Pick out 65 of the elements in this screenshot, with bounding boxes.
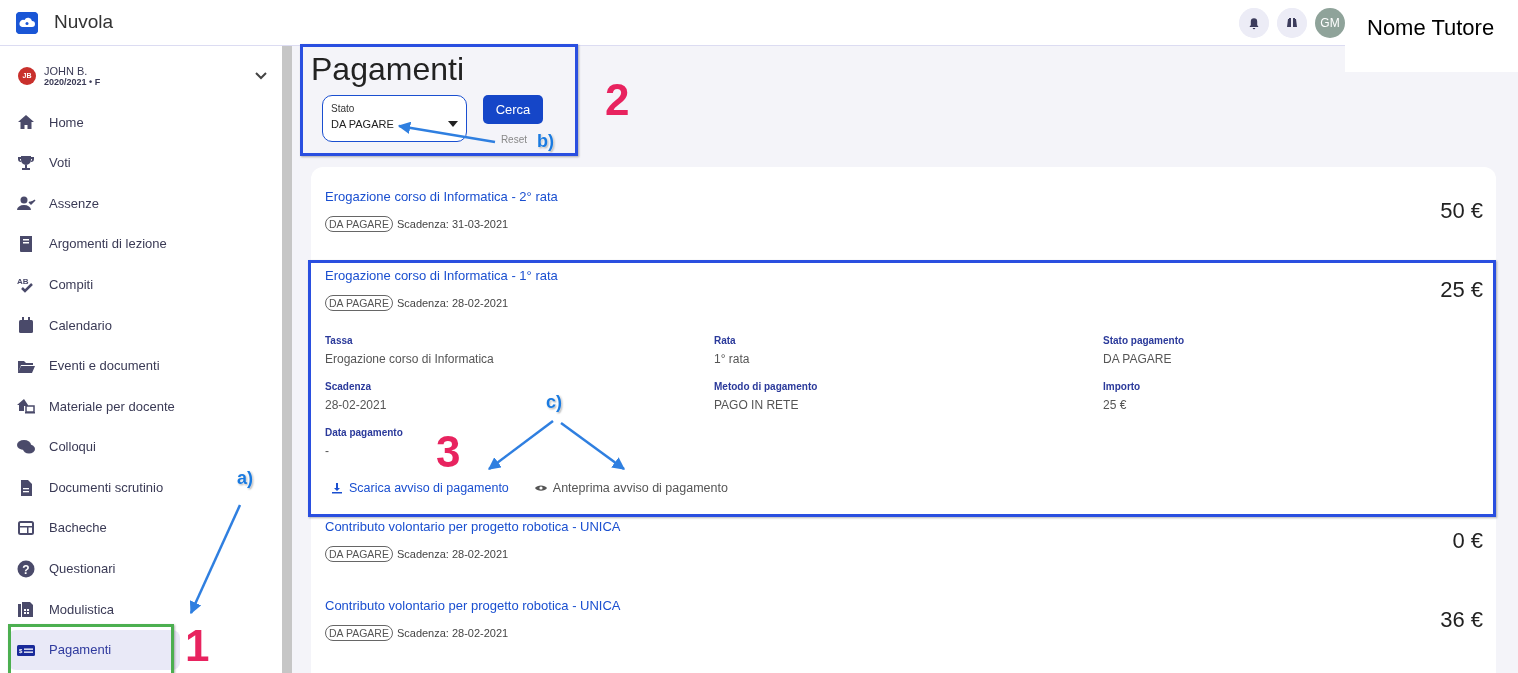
annotation-arrow: [560, 422, 625, 470]
field-label: Metodo di pagamento: [714, 380, 819, 394]
field-value: -: [325, 443, 329, 460]
school-year: 2020/2021 • F: [44, 76, 101, 88]
payment-title[interactable]: Contributo volontario per progetto robotica - UNICA: [325, 596, 621, 616]
amount: 0 €: [1452, 527, 1483, 555]
fax-icon: [16, 599, 36, 620]
field-value: Erogazione corso di Informatica: [325, 351, 494, 368]
field-value: 1° rata: [714, 351, 750, 368]
amount: 25 €: [1440, 276, 1483, 304]
status-select[interactable]: Stato DA PAGARE: [322, 95, 467, 142]
sidebar-item[interactable]: Modulistica: [8, 589, 123, 630]
sidebar-item[interactable]: Eventi e documenti: [8, 345, 168, 387]
callout-label: a): [237, 468, 253, 488]
preview-link[interactable]: Anteprima avviso di pagamento: [534, 477, 728, 499]
due-date: Scadenza: 28-02-2021: [396, 625, 509, 641]
amount: 36 €: [1440, 606, 1483, 634]
amount: 50 €: [1440, 197, 1483, 225]
sidebar-item[interactable]: Voti: [8, 142, 79, 184]
house-laptop-icon: [16, 396, 36, 417]
eye-icon: [534, 482, 547, 494]
search-button[interactable]: Cerca: [483, 95, 543, 124]
field-label: Importo: [1103, 380, 1142, 394]
field-label: Data pagamento: [325, 426, 404, 440]
page-title: Pagamenti: [311, 50, 465, 88]
sidebar-item[interactable]: Colloqui: [8, 426, 104, 468]
sidebar-item[interactable]: Home: [8, 102, 92, 143]
sidebar-item[interactable]: Documenti scrutinio: [8, 467, 172, 508]
step-number: 1: [185, 624, 210, 668]
sidebar-item[interactable]: Argomenti di lezione: [8, 223, 175, 265]
sidebar-item[interactable]: AB Compiti: [8, 264, 102, 305]
step-number: 2: [605, 78, 630, 122]
due-date: Scadenza: 31-03-2021: [396, 216, 509, 232]
scrollbar[interactable]: [282, 46, 292, 673]
due-date: Scadenza: 28-02-2021: [396, 546, 509, 562]
sidebar-item[interactable]: Assenze: [8, 183, 107, 224]
chevron-down-icon[interactable]: [254, 71, 268, 81]
field-value: PAGO IN RETE: [714, 397, 799, 414]
app-name: Nuvola: [54, 10, 114, 35]
cloud-logo-icon: [16, 11, 38, 34]
sidebar-item[interactable]: Calendario: [8, 304, 120, 346]
download-link[interactable]: Scarica avviso di pagamento: [331, 477, 509, 499]
field-value: 28-02-2021: [325, 397, 387, 414]
sidebar-item[interactable]: ? Questionari: [8, 548, 124, 590]
annotation-arrow: [488, 420, 554, 470]
field-label: Scadenza: [325, 380, 373, 394]
payment-title[interactable]: Erogazione corso di Informatica - 1° rata: [325, 266, 558, 286]
sidebar-item[interactable]: Materiale per docente: [8, 386, 183, 427]
due-date: Scadenza: 28-02-2021: [396, 295, 509, 311]
callout-label: b): [537, 131, 554, 151]
payment-title[interactable]: Erogazione corso di Informatica - 2° rata: [325, 187, 558, 207]
field-value: 25 €: [1103, 397, 1127, 414]
field-label: Stato pagamento: [1103, 334, 1186, 348]
payment-title[interactable]: Contributo volontario per progetto robotica - UNICA: [325, 517, 621, 537]
student-name: JOHN B.: [44, 64, 89, 77]
step-number: 3: [436, 430, 461, 474]
download-icon: [331, 482, 343, 494]
sidebar-item[interactable]: Bacheche: [8, 507, 115, 549]
field-value: DA PAGARE: [1103, 351, 1172, 368]
callout-label: c): [546, 392, 562, 412]
field-label: Tassa: [325, 334, 354, 348]
field-label: Rata: [714, 334, 737, 348]
help-icon: ?: [16, 558, 36, 579]
caret-icon: [448, 121, 458, 128]
calendar-icon: [16, 315, 36, 336]
